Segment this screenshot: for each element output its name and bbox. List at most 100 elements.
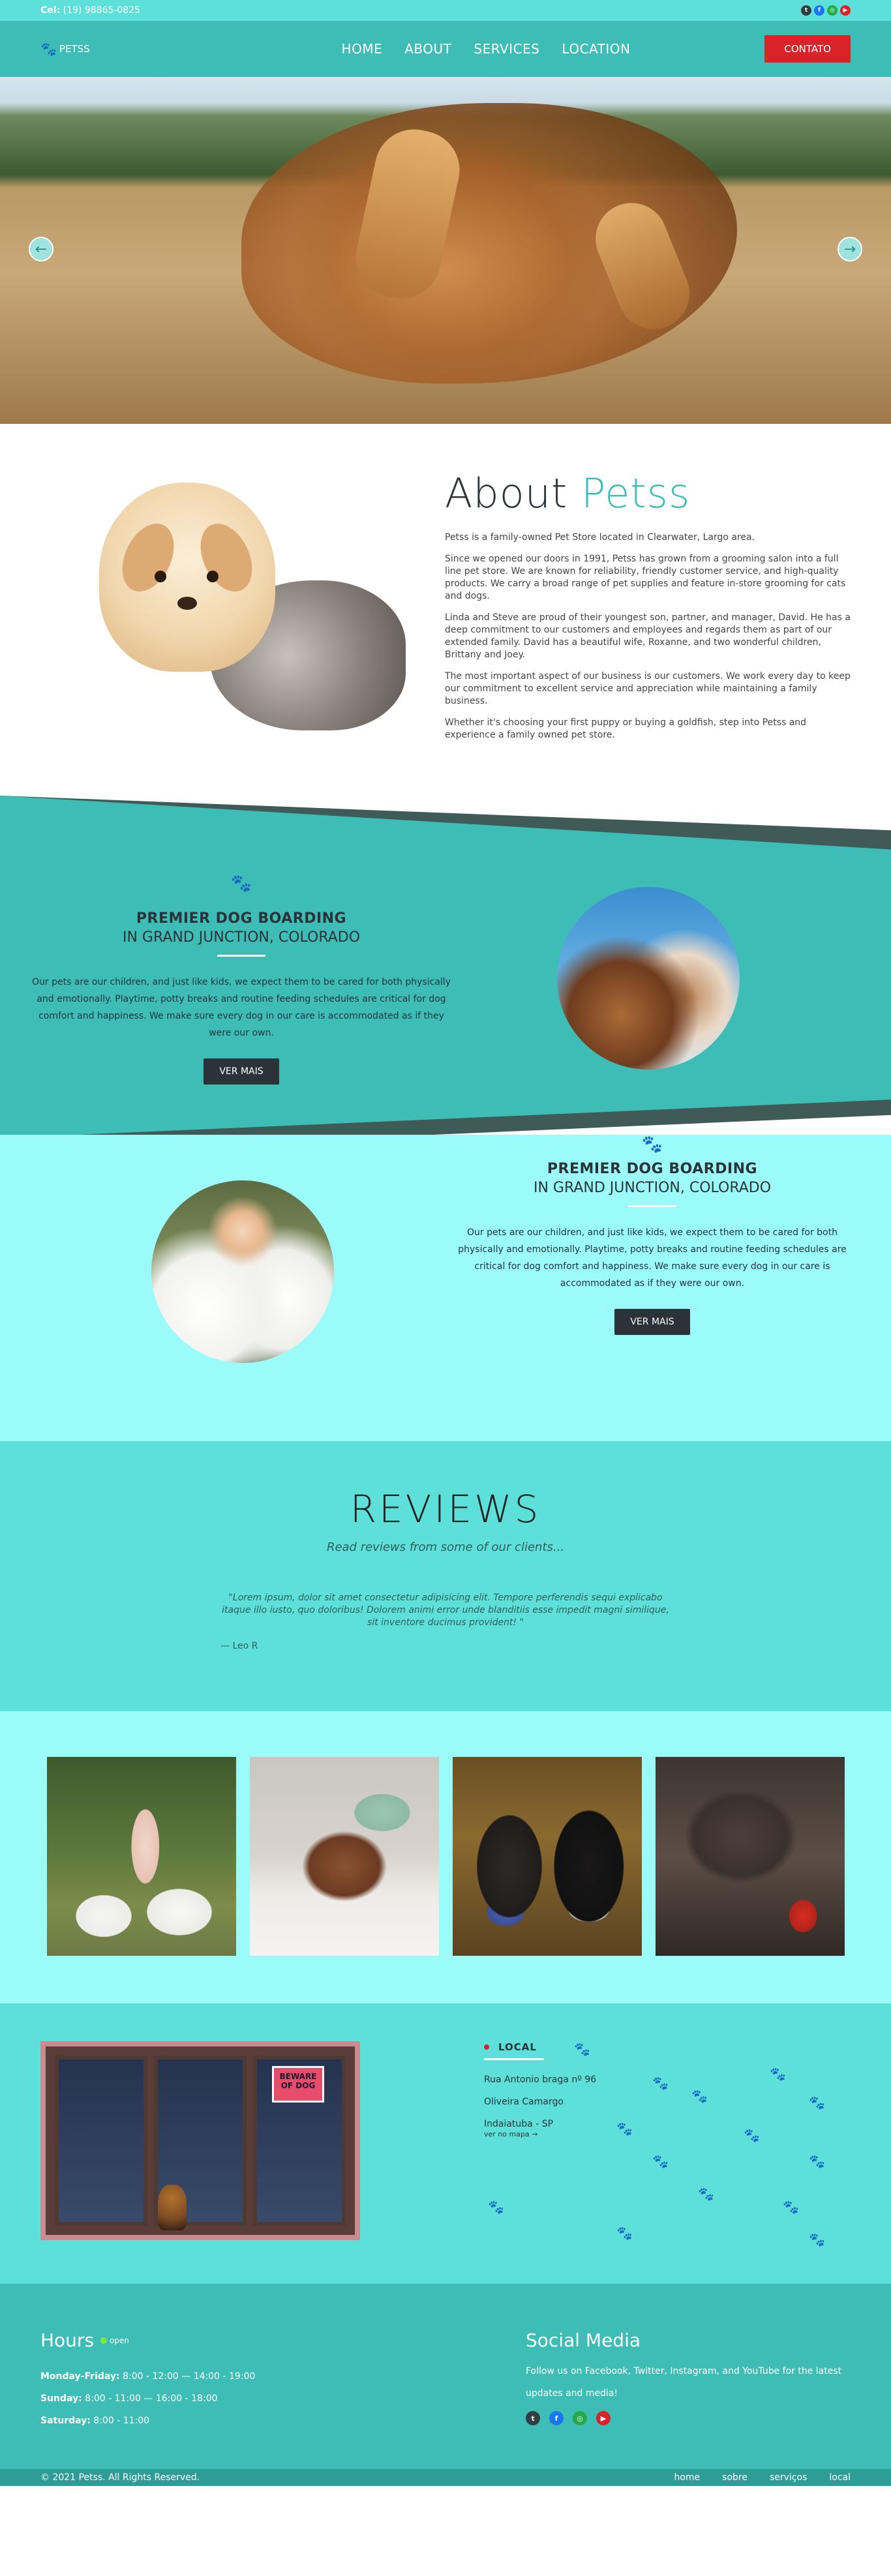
footer-link-services[interactable]: serviços	[770, 2472, 807, 2483]
nav-item-home[interactable]: HOME	[342, 41, 383, 57]
address-line: Rua Antonio braga nº 96	[484, 2074, 597, 2085]
about-paragraph: Whether it's choosing your first puppy o…	[445, 717, 807, 740]
gallery-image-dog-toy[interactable]	[655, 1757, 845, 1956]
boarding-title: PREMIER DOG BOARDING	[136, 910, 347, 927]
paw-icon: 🐾	[616, 2121, 633, 2136]
about-paragraph: Petss is a family-owned Pet Store locate…	[445, 532, 755, 543]
boarding-subtitle: IN GRAND JUNCTION, COLORADO	[122, 929, 361, 946]
paw-icon: 🐾	[230, 874, 252, 893]
photo-gallery	[0, 1711, 891, 2003]
hours-row: Monday-Friday: 8:00 - 12:00 — 14:00 - 19…	[40, 2371, 256, 2382]
facebook-icon[interactable]: f	[549, 2411, 564, 2425]
paw-icon: 🐾	[616, 2225, 633, 2241]
paw-icon: 🐾	[809, 2095, 825, 2110]
reviews-subtitle: Read reviews from some of our clients...	[326, 1540, 565, 1554]
about-paragraph: The most important aspect of our busines…	[445, 671, 851, 706]
location-pin-icon	[484, 2044, 489, 2050]
boarding-section-1: 🐾 PREMIER DOG BOARDING IN GRAND JUNCTION…	[0, 796, 891, 1180]
logo-text: PETSS	[59, 43, 90, 55]
puppy-shape	[99, 483, 275, 672]
top-bar: Cel: (19) 98865-0825 t f ◎ ▶	[0, 0, 891, 21]
map-link[interactable]: ver no mapa →	[484, 2130, 537, 2138]
hero-slider: ← →	[0, 77, 891, 424]
paw-icon: 🐾	[698, 2186, 714, 2202]
woman-dogs-image	[151, 1180, 334, 1363]
footer-link-local[interactable]: local	[829, 2472, 851, 2483]
hours-list: Monday-Friday: 8:00 - 12:00 — 14:00 - 19…	[40, 2365, 526, 2432]
twitter-icon[interactable]: t	[526, 2411, 540, 2425]
address-line: Indaiatuba - SP	[484, 2119, 554, 2129]
main-navigation: 🐾 PETSS HOME ABOUT SERVICES LOCATION CON…	[0, 21, 891, 77]
gallery-image-bandana-dogs[interactable]	[452, 1757, 642, 1956]
social-title: Social Media	[526, 2329, 641, 2351]
youtube-icon[interactable]: ▶	[596, 2411, 611, 2425]
about-title: About Petss	[445, 470, 691, 517]
paw-icon: 🐾	[783, 2199, 799, 2215]
about-paragraph: Linda and Steve are proud of their young…	[445, 612, 851, 660]
location-section: BEWARE OF DOG LOCAL Rua Antonio braga nº…	[0, 2003, 891, 2284]
puppy-kitten-image	[40, 470, 419, 763]
nav-item-location[interactable]: LOCATION	[562, 41, 630, 57]
instagram-icon[interactable]: ◎	[827, 5, 838, 16]
see-more-button[interactable]: VER MAIS	[204, 1058, 279, 1085]
about-section: About Petss Petss is a family-owned Pet …	[0, 424, 891, 822]
twitter-icon[interactable]: t	[801, 5, 811, 16]
hours-row: Sunday: 8:00 - 11:00 — 16:00 - 18:00	[40, 2393, 218, 2404]
reviews-section: REVIEWS Read reviews from some of our cl…	[0, 1441, 891, 1711]
paw-icon: 🐾	[744, 2127, 760, 2143]
copyright: © 2021 Petss. All Rights Reserved.	[40, 2472, 200, 2483]
social-column: Social Media Follow us on Facebook, Twit…	[526, 2329, 845, 2469]
paw-icon: 🐾	[652, 2153, 669, 2169]
paw-icon: 🐾	[574, 2041, 590, 2057]
boarding-description: Our pets are our children, and just like…	[458, 1227, 847, 1289]
footer-link-about[interactable]: sobre	[722, 2472, 748, 2483]
reviews-title: REVIEWS	[350, 1487, 541, 1531]
social-links-top: t f ◎ ▶	[801, 5, 851, 16]
status-dot-icon	[100, 2337, 108, 2344]
see-more-button[interactable]: VER MAIS	[614, 1309, 690, 1335]
gallery-image-samoyeds[interactable]	[46, 1757, 236, 1956]
bottom-bar: © 2021 Petss. All Rights Reserved. home …	[0, 2469, 891, 2486]
two-dogs-image	[557, 887, 740, 1070]
arrow-right-icon[interactable]: →	[838, 237, 862, 262]
boarding-text-2: 🐾 PREMIER DOG BOARDING IN GRAND JUNCTION…	[444, 1135, 861, 1335]
paw-icon: 🐾	[641, 1135, 663, 1154]
review-quote: "Lorem ipsum, dolor sit amet consectetur…	[222, 1593, 669, 1628]
open-status: open	[100, 2336, 129, 2345]
footer: Hours open Monday-Friday: 8:00 - 12:00 —…	[0, 2284, 891, 2469]
footer-link-home[interactable]: home	[674, 2472, 700, 2483]
nav-menu: HOME ABOUT SERVICES LOCATION	[342, 41, 631, 57]
about-paragraph: Since we opened our doors in 1991, Petss…	[445, 554, 846, 601]
boarding-title: PREMIER DOG BOARDING	[547, 1161, 758, 1177]
hours-title: Hours open	[40, 2329, 129, 2351]
paw-icon: 🐾	[809, 2232, 825, 2247]
paw-icon: 🐾	[770, 2066, 786, 2082]
paw-icon: 🐾	[488, 2199, 504, 2215]
boarding-section-2: 🐾 PREMIER DOG BOARDING IN GRAND JUNCTION…	[0, 1135, 891, 1441]
gallery-image-puppy-bed[interactable]	[249, 1757, 439, 1956]
logo[interactable]: 🐾 PETSS	[40, 41, 90, 57]
boarding-subtitle: IN GRAND JUNCTION, COLORADO	[533, 1180, 772, 1196]
boarding-description: Our pets are our children, and just like…	[32, 977, 451, 1038]
paw-icon: 🐾	[691, 2088, 708, 2104]
facebook-icon[interactable]: f	[814, 5, 824, 16]
nav-item-services[interactable]: SERVICES	[474, 41, 539, 57]
youtube-icon[interactable]: ▶	[840, 5, 851, 16]
window-dog-image: BEWARE OF DOG	[40, 2041, 360, 2240]
instagram-icon[interactable]: ◎	[573, 2411, 587, 2425]
phone-label: Cel:	[40, 5, 61, 16]
footer-links: home sobre serviços local	[674, 2472, 851, 2483]
review-author: — Leo R	[220, 1641, 258, 1651]
window-sign: BEWARE OF DOG	[272, 2066, 324, 2103]
paw-icon: 🐾	[652, 2075, 669, 2091]
address-line: Oliveira Camargo	[484, 2097, 564, 2107]
hours-row: Saturday: 8:00 - 11:00	[40, 2416, 150, 2426]
about-text: About Petss Petss is a family-owned Pet …	[445, 470, 851, 763]
arrow-left-icon[interactable]: ←	[29, 237, 53, 262]
social-links-footer: t f ◎ ▶	[526, 2411, 845, 2425]
phone-info: Cel: (19) 98865-0825	[40, 5, 140, 16]
nav-item-about[interactable]: ABOUT	[404, 41, 451, 57]
contact-button[interactable]: CONTATO	[764, 35, 851, 63]
social-text: Follow us on Facebook, Twitter, Instagra…	[526, 2366, 842, 2399]
phone-number[interactable]: (19) 98865-0825	[63, 5, 140, 16]
